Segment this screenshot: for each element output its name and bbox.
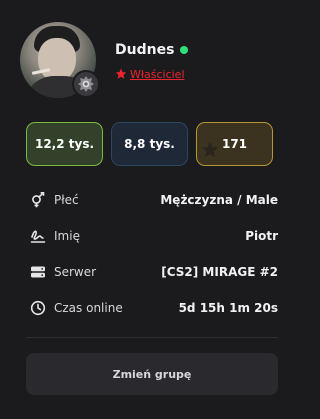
detail-label: Imię xyxy=(54,229,80,243)
detail-value: Piotr xyxy=(245,229,278,243)
stat-box-1[interactable]: 12,2 tys. xyxy=(26,122,103,166)
detail-row-online-time: Czas online 5d 15h 1m 20s xyxy=(30,290,278,326)
stat-value: 12,2 tys. xyxy=(34,137,95,151)
detail-label: Czas online xyxy=(54,301,123,315)
name-row: Dudnes xyxy=(115,42,189,58)
role-label[interactable]: Właściciel xyxy=(130,68,185,81)
change-group-button[interactable]: Zmień grupę xyxy=(26,353,278,395)
detail-row-server: Serwer [CS2] MIRAGE #2 xyxy=(30,254,278,290)
online-status-dot xyxy=(180,46,189,54)
divider xyxy=(26,337,278,338)
detail-value: 5d 15h 1m 20s xyxy=(178,301,278,315)
stat-value: 171 xyxy=(221,137,248,151)
detail-value: Mężczyzna / Male xyxy=(160,193,278,207)
stat-box-2[interactable]: 8,8 tys. xyxy=(111,122,188,166)
stats-row: 12,2 tys. 8,8 tys. 171 xyxy=(26,122,273,166)
stat-value: 8,8 tys. xyxy=(124,137,175,151)
details-list: Płeć Mężczyzna / Male Imię Piotr Serwer … xyxy=(30,182,278,326)
stat-box-3[interactable]: 171 xyxy=(196,122,273,166)
profile-header: Dudnes Właściciel xyxy=(20,22,285,102)
signature-icon xyxy=(30,228,46,244)
server-icon xyxy=(30,264,46,280)
clock-icon xyxy=(30,300,46,316)
role-row: Właściciel xyxy=(115,65,185,84)
detail-label: Serwer xyxy=(54,265,97,279)
detail-row-gender: Płeć Mężczyzna / Male xyxy=(30,182,278,218)
detail-label: Płeć xyxy=(54,193,79,207)
star-icon xyxy=(201,141,219,162)
star-icon xyxy=(115,65,127,84)
detail-row-name: Imię Piotr xyxy=(30,218,278,254)
rank-icon xyxy=(72,70,100,98)
detail-value: [CS2] MIRAGE #2 xyxy=(161,265,278,279)
username[interactable]: Dudnes xyxy=(115,42,174,58)
gender-icon xyxy=(30,192,46,208)
profile-card: Dudnes Właściciel 12,2 tys. 8,8 tys. 171 xyxy=(0,0,305,419)
